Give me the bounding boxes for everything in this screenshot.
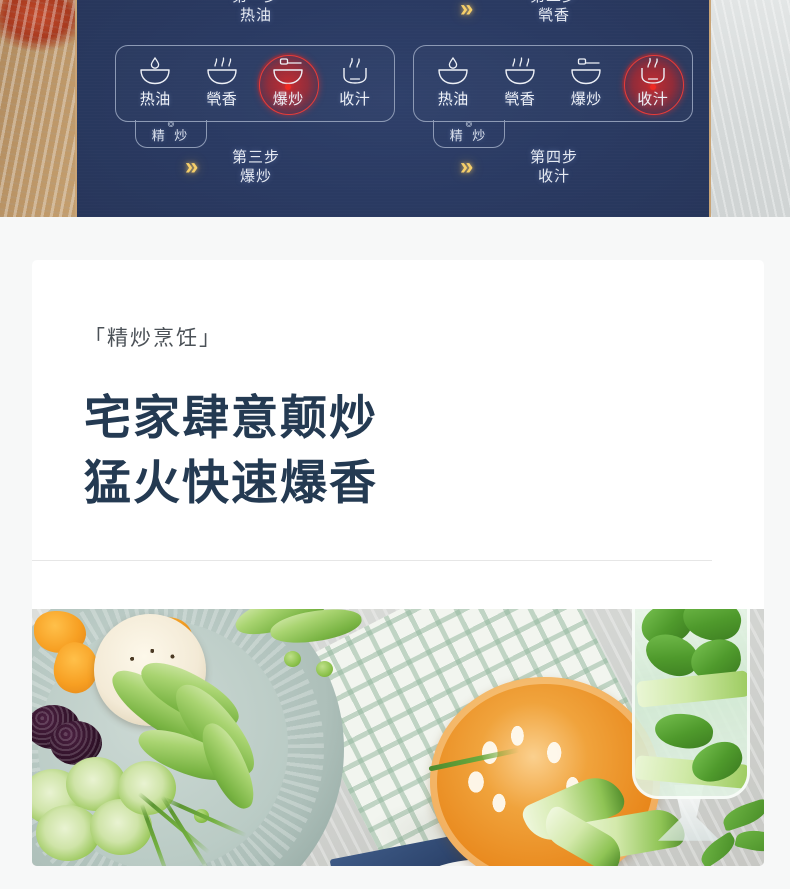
bowl-spatula-icon — [571, 57, 601, 84]
step-caption-top-2: 第二步 煢香 — [411, 0, 697, 25]
mode-item-baochao-1[interactable]: 爆炒 — [257, 51, 320, 117]
step-caption-bottom-1: 第三步 爆炒 — [113, 148, 399, 186]
step-group-1: 第一步 热油 热油 — [113, 0, 399, 217]
mode-box-2: 热油 煢香 爆炒 收汁 — [413, 45, 693, 122]
mode-item-baochao-2[interactable]: 爆炒 — [556, 51, 616, 117]
mode-item-reyou-2[interactable]: 热油 — [423, 51, 483, 117]
section-eyebrow: 「精炒烹饪」 — [84, 327, 222, 350]
mode-label: 收汁 — [339, 90, 371, 108]
hero-background-photo-right — [710, 0, 790, 217]
chevron-arrow-top-right-icon: » — [460, 0, 473, 22]
bowl-oil-drop-icon — [438, 56, 468, 84]
mode-item-shouzhi-1[interactable]: 收汁 — [325, 51, 385, 117]
mode-label: 热油 — [139, 90, 171, 108]
bowl-steam-icon — [505, 56, 535, 84]
chevron-arrow-bottom-left-icon: » — [185, 153, 198, 180]
mode-item-shouzhi-2[interactable]: 收汁 — [621, 51, 684, 117]
mint-drink-glass — [632, 608, 750, 799]
step-action-3: 爆炒 — [239, 168, 272, 186]
sparkle-icon: ❂ — [465, 120, 473, 129]
hero-section: 第一步 热油 热油 — [0, 0, 790, 217]
mode-label: 煢香 — [504, 90, 536, 108]
step-action-1: 热油 — [239, 7, 272, 25]
sparkle-icon: ❂ — [167, 120, 175, 129]
mode-item-reyou-1[interactable]: 热油 — [125, 51, 185, 117]
step-group-2: 第二步 煢香 热油 — [411, 0, 697, 217]
step-number-4: 第四步 — [529, 149, 578, 166]
green-pea — [284, 650, 301, 667]
content-card: 「精炒烹饪」 宅家肆意颠炒 猛火快速爆香 — [32, 260, 764, 866]
divider — [32, 559, 712, 561]
mode-box-1: 热油 煢香 爆炒 收汁 — [115, 45, 395, 122]
bowl-oil-drop-icon — [140, 56, 170, 84]
mode-tab-1[interactable]: ❂ 精 炒 — [135, 120, 207, 148]
mode-label: 爆炒 — [570, 90, 602, 108]
food-photo — [32, 608, 764, 866]
page-title: 宅家肆意颠炒 猛火快速爆香 — [84, 386, 764, 516]
pot-steam-icon — [343, 57, 367, 84]
headline-line-1: 宅家肆意颠炒 — [84, 391, 378, 444]
cucumber-strip-in-glass — [635, 669, 747, 708]
mode-label: 热油 — [437, 90, 469, 108]
headline-line-2: 猛火快速爆香 — [84, 455, 378, 509]
step-caption-top-1: 第一步 热油 — [113, 0, 399, 25]
step-number-3: 第三步 — [231, 149, 280, 166]
chevron-arrow-bottom-mid-icon: » — [460, 153, 473, 180]
bowl-steam-icon — [207, 56, 237, 84]
mode-label: 爆炒 — [272, 90, 304, 108]
mode-label: 煢香 — [206, 90, 238, 108]
pot-steam-icon — [641, 57, 665, 84]
green-pea — [316, 660, 333, 677]
mint-leaf — [652, 709, 716, 752]
card-text-block: 「精炒烹饪」 宅家肆意颠炒 猛火快速爆香 — [32, 260, 764, 516]
cooking-step-panel: 第一步 热油 热油 — [75, 0, 711, 217]
active-indicator-dot — [285, 83, 292, 90]
step-action-2: 煢香 — [537, 7, 570, 25]
active-indicator-dot — [649, 83, 656, 90]
mode-item-bianxiang-2[interactable]: 煢香 — [490, 51, 550, 117]
mode-item-bianxiang-1[interactable]: 煢香 — [192, 51, 252, 117]
bowl-spatula-icon — [273, 57, 303, 84]
mode-label: 收汁 — [637, 90, 669, 108]
step-caption-bottom-2: 第四步 收汁 — [411, 148, 697, 186]
mode-tab-2[interactable]: ❂ 精 炒 — [433, 120, 505, 148]
step-action-4: 收汁 — [537, 168, 570, 186]
